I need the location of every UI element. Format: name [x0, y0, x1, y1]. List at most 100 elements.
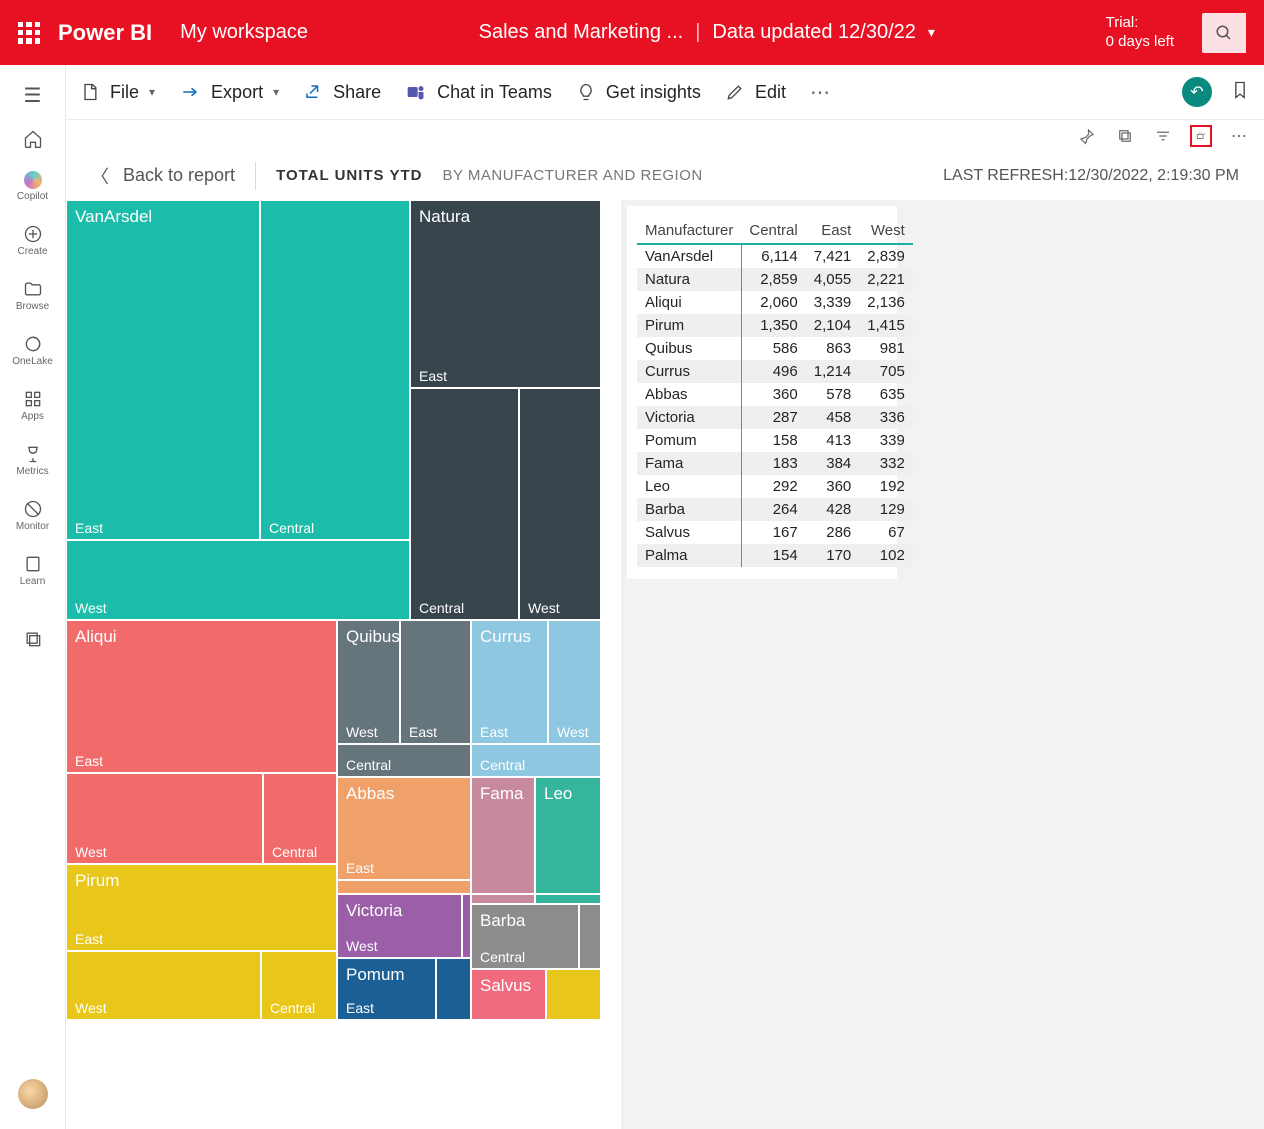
nav-browse[interactable]: Browse [0, 271, 65, 320]
chevron-down-icon: ▾ [149, 85, 155, 99]
treemap-tile[interactable]: West [548, 620, 601, 744]
get-insights-button[interactable]: Get insights [576, 82, 701, 103]
treemap-tile[interactable]: Salvus [471, 969, 546, 1020]
nav-copilot[interactable]: Copilot [0, 163, 65, 210]
share-button[interactable]: Share [303, 82, 381, 103]
treemap-tile[interactable]: West [66, 951, 261, 1020]
table-row[interactable]: Pirum1,3502,1041,415 [637, 314, 913, 337]
hamburger-icon[interactable]: ☰ [24, 83, 42, 108]
breadcrumb-bar: 〈Back to report TOTAL UNITS YTD BY MANUF… [66, 152, 1264, 200]
nav-onelake[interactable]: OneLake [0, 326, 65, 375]
edit-button[interactable]: Edit [725, 82, 786, 103]
workspace-link[interactable]: My workspace [180, 21, 308, 44]
search-icon[interactable] [1202, 13, 1246, 53]
data-table[interactable]: ManufacturerCentralEastWest VanArsdel6,1… [637, 218, 913, 567]
visual-subtitle: BY MANUFACTURER AND REGION [442, 167, 702, 184]
treemap-tile[interactable] [436, 958, 471, 1020]
nav-workspaces[interactable] [0, 621, 65, 657]
top-banner: Power BI My workspace Sales and Marketin… [0, 0, 1264, 65]
table-row[interactable]: Leo292360192 [637, 475, 913, 498]
chevron-down-icon: ▾ [273, 85, 279, 99]
pin-icon[interactable] [1076, 125, 1098, 147]
col-header[interactable]: East [806, 218, 860, 244]
chat-teams-button[interactable]: Chat in Teams [405, 82, 552, 103]
table-row[interactable]: Aliqui2,0603,3392,136 [637, 291, 913, 314]
treemap-tile[interactable]: Central [263, 773, 337, 864]
col-header[interactable]: West [859, 218, 913, 244]
treemap-tile[interactable]: VanArsdelEast [66, 200, 260, 540]
col-header[interactable]: Central [741, 218, 805, 244]
table-row[interactable]: Victoria287458336 [637, 406, 913, 429]
more-options-icon[interactable]: ⋯ [1228, 125, 1250, 147]
treemap-tile[interactable]: PomumEast [337, 958, 436, 1020]
export-menu[interactable]: Export▾ [179, 82, 279, 103]
treemap-tile[interactable]: Central [410, 388, 519, 620]
left-nav-rail: ☰ Copilot Create Browse OneLake Apps Met… [0, 65, 66, 1129]
treemap-tile[interactable]: West [66, 540, 410, 620]
treemap-tile[interactable]: QuibusWest [337, 620, 400, 744]
bookmark-icon[interactable] [1230, 79, 1250, 106]
treemap-tile[interactable]: PirumEast [66, 864, 337, 951]
table-row[interactable]: Abbas360578635 [637, 383, 913, 406]
table-row[interactable]: Barba264428129 [637, 498, 913, 521]
trial-status[interactable]: Trial: 0 days left [1106, 14, 1174, 52]
treemap-tile[interactable] [546, 969, 601, 1020]
back-to-report-button[interactable]: 〈Back to report [91, 163, 235, 189]
treemap-tile[interactable] [579, 904, 601, 969]
treemap-tile[interactable]: Leo [535, 777, 601, 894]
report-name[interactable]: Sales and Marketing ... [479, 21, 684, 44]
separator [255, 162, 256, 190]
visual-title: TOTAL UNITS YTD [276, 167, 422, 184]
treemap-tile[interactable]: Central [337, 744, 471, 777]
switch-to-report-icon[interactable] [1190, 125, 1212, 147]
treemap-tile[interactable]: Central [471, 744, 601, 777]
more-options-icon[interactable]: ⋯ [810, 80, 830, 105]
treemap-tile[interactable]: AbbasEast [337, 777, 471, 880]
nav-metrics[interactable]: Metrics [0, 436, 65, 485]
treemap-tile[interactable]: NaturaEast [410, 200, 601, 388]
command-toolbar: File▾ Export▾ Share Chat in Teams Get in… [66, 65, 1264, 120]
data-table-pane: ManufacturerCentralEastWest VanArsdel6,1… [621, 200, 1264, 1129]
brand-name[interactable]: Power BI [58, 20, 152, 46]
table-row[interactable]: Pomum158413339 [637, 429, 913, 452]
treemap-tile[interactable]: AliquiEast [66, 620, 337, 773]
treemap-tile[interactable] [471, 894, 535, 904]
last-refresh: LAST REFRESH:12/30/2022, 2:19:30 PM [943, 167, 1239, 185]
nav-apps[interactable]: Apps [0, 381, 65, 430]
nav-learn[interactable]: Learn [0, 546, 65, 595]
reset-icon[interactable]: ↶ [1182, 77, 1212, 107]
file-menu[interactable]: File▾ [80, 81, 155, 103]
col-header[interactable]: Manufacturer [637, 218, 741, 244]
table-row[interactable]: Fama183384332 [637, 452, 913, 475]
treemap-tile[interactable]: East [400, 620, 471, 744]
treemap-tile[interactable]: CurrusEast [471, 620, 548, 744]
treemap-tile[interactable]: West [519, 388, 601, 620]
table-row[interactable]: Quibus586863981 [637, 337, 913, 360]
divider: | [695, 21, 700, 44]
chevron-left-icon: 〈 [91, 163, 109, 189]
treemap-tile[interactable] [535, 894, 601, 904]
treemap-tile[interactable] [337, 880, 471, 894]
nav-home[interactable] [0, 121, 65, 157]
table-row[interactable]: VanArsdel6,1147,4212,839 [637, 244, 913, 268]
treemap-tile[interactable]: Central [260, 200, 410, 540]
nav-create[interactable]: Create [0, 216, 65, 265]
app-launcher-icon[interactable] [18, 22, 40, 44]
treemap-tile[interactable] [462, 894, 471, 958]
chevron-down-icon[interactable]: ▾ [928, 24, 935, 41]
data-updated-text[interactable]: Data updated 12/30/22 [712, 21, 916, 44]
copy-icon[interactable] [1114, 125, 1136, 147]
avatar[interactable] [18, 1079, 48, 1109]
treemap-visual[interactable]: VanArsdelEastCentralWestNaturaEastCentra… [66, 200, 601, 1020]
table-row[interactable]: Currus4961,214705 [637, 360, 913, 383]
treemap-tile[interactable]: VictoriaWest [337, 894, 462, 958]
treemap-tile[interactable]: West [66, 773, 263, 864]
filter-icon[interactable] [1152, 125, 1174, 147]
nav-monitor[interactable]: Monitor [0, 491, 65, 540]
table-row[interactable]: Natura2,8594,0552,221 [637, 268, 913, 291]
treemap-tile[interactable]: Central [261, 951, 337, 1020]
table-row[interactable]: Palma154170102 [637, 544, 913, 567]
treemap-tile[interactable]: Fama [471, 777, 535, 894]
table-row[interactable]: Salvus16728667 [637, 521, 913, 544]
treemap-tile[interactable]: BarbaCentral [471, 904, 579, 969]
